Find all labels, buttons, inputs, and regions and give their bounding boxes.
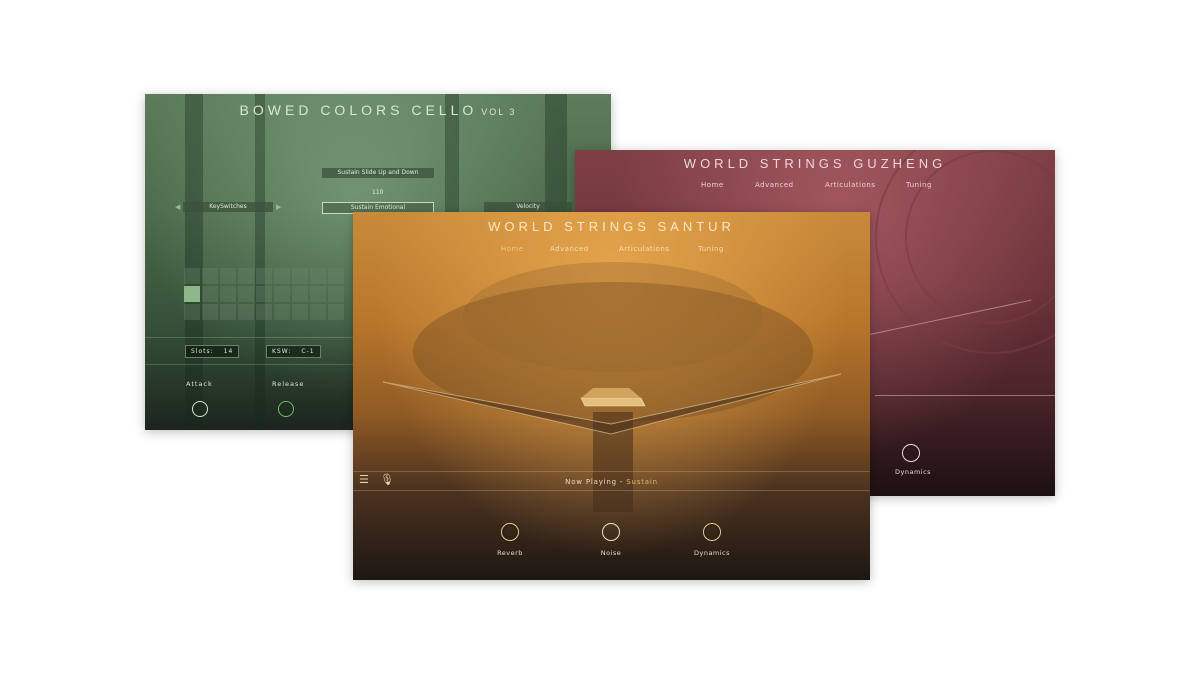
slots-value: 14 xyxy=(223,348,234,355)
grid-cell[interactable] xyxy=(220,268,236,284)
volume-text: VOL 3 xyxy=(481,107,517,117)
grid-cell[interactable] xyxy=(202,268,218,284)
nav-advanced[interactable]: Advanced xyxy=(755,181,794,189)
nav-home[interactable]: Home xyxy=(501,245,524,253)
grid-cell[interactable] xyxy=(184,304,200,320)
noise-knob[interactable] xyxy=(602,523,620,541)
reverb-knob[interactable] xyxy=(501,523,519,541)
keyswitch-grid xyxy=(184,268,344,320)
grid-cell[interactable] xyxy=(292,304,308,320)
grid-cell[interactable] xyxy=(238,304,254,320)
now-playing: Now Playing - Sustain xyxy=(353,478,870,486)
arrow-left-icon[interactable]: ◀ xyxy=(175,203,180,211)
grid-cell[interactable] xyxy=(310,304,326,320)
keyswitches-selector[interactable]: KeySwitches xyxy=(183,202,273,212)
nav-advanced[interactable]: Advanced xyxy=(550,245,589,253)
dynamics-label: Dynamics xyxy=(895,468,932,476)
grid-cell[interactable] xyxy=(238,268,254,284)
dynamics-knob[interactable] xyxy=(703,523,721,541)
slots-label: Slots: xyxy=(191,348,214,355)
grid-cell[interactable] xyxy=(274,268,290,284)
grid-cell[interactable] xyxy=(220,286,236,302)
velocity-selector[interactable]: Velocity xyxy=(484,202,572,212)
grid-cell[interactable] xyxy=(256,268,272,284)
grid-cell[interactable] xyxy=(202,286,218,302)
divider xyxy=(875,395,1055,396)
grid-cell[interactable] xyxy=(310,286,326,302)
grid-cell[interactable] xyxy=(328,286,344,302)
santur-instrument-panel: WORLD STRINGS SANTUR Home Advanced Artic… xyxy=(353,212,870,580)
value-readout: 110 xyxy=(372,189,384,196)
grid-cell[interactable] xyxy=(238,286,254,302)
instrument-title: WORLD STRINGS SANTUR xyxy=(488,219,735,234)
ksw-readout: KSW: C-1 xyxy=(266,345,321,358)
grid-cell[interactable] xyxy=(328,304,344,320)
grid-cell[interactable] xyxy=(256,286,272,302)
grid-cell[interactable] xyxy=(328,268,344,284)
grid-cell[interactable] xyxy=(292,268,308,284)
divider xyxy=(353,490,870,491)
attack-label: Attack xyxy=(186,380,213,388)
divider xyxy=(353,471,870,472)
grid-cell[interactable] xyxy=(292,286,308,302)
articulation-slot[interactable]: Sustain Slide Up and Down xyxy=(322,168,434,178)
grid-cell[interactable] xyxy=(220,304,236,320)
ksw-value: C-1 xyxy=(301,348,315,355)
ksw-label: KSW: xyxy=(272,348,292,355)
release-knob[interactable] xyxy=(278,401,294,417)
release-label: Release xyxy=(272,380,305,388)
grid-cell[interactable] xyxy=(274,286,290,302)
arrow-right-icon[interactable]: ▶ xyxy=(276,203,281,211)
dynamics-label: Dynamics xyxy=(693,549,731,557)
slots-readout: Slots: 14 xyxy=(185,345,240,358)
now-playing-label: Now Playing xyxy=(565,478,617,486)
grid-cell[interactable] xyxy=(184,268,200,284)
nav-articulations[interactable]: Articulations xyxy=(619,245,669,253)
grid-cell[interactable] xyxy=(274,304,290,320)
noise-label: Noise xyxy=(600,549,622,557)
nav-articulations[interactable]: Articulations xyxy=(825,181,875,189)
nav-tuning[interactable]: Tuning xyxy=(698,245,724,253)
instrument-title: WORLD STRINGS GUZHENG xyxy=(683,156,947,171)
nav-tuning[interactable]: Tuning xyxy=(906,181,932,189)
attack-knob[interactable] xyxy=(192,401,208,417)
grid-cell[interactable] xyxy=(256,304,272,320)
grid-cell[interactable] xyxy=(202,304,218,320)
grid-cell-active[interactable] xyxy=(184,286,200,302)
bamboo-trunk xyxy=(255,94,265,430)
dynamics-knob[interactable] xyxy=(902,444,920,462)
grid-cell[interactable] xyxy=(310,268,326,284)
nav-home[interactable]: Home xyxy=(701,181,724,189)
reverb-label: Reverb xyxy=(497,549,523,557)
instrument-title: BOWED COLORS CELLO VOL 3 xyxy=(145,102,611,118)
title-text: BOWED COLORS CELLO xyxy=(239,102,478,118)
now-playing-value: Sustain xyxy=(626,478,658,486)
now-playing-separator: - xyxy=(619,478,624,486)
